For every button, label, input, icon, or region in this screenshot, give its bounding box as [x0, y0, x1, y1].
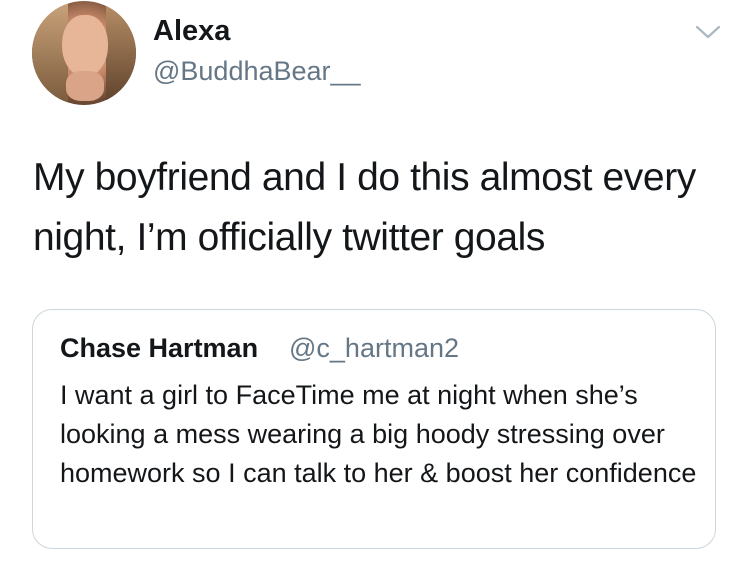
- quoted-author-handle: @c_hartman2: [289, 333, 459, 363]
- avatar[interactable]: [32, 1, 136, 105]
- avatar-face: [62, 15, 108, 77]
- quoted-tweet[interactable]: Chase Hartman @c_hartman2 I want a girl …: [32, 309, 716, 549]
- quoted-tweet-text: I want a girl to FaceTime me at night wh…: [60, 380, 697, 488]
- chevron-down-icon[interactable]: [694, 22, 722, 42]
- avatar-hand: [66, 71, 104, 101]
- avatar-hair-right: [106, 1, 136, 105]
- author-handle[interactable]: @BuddhaBear__: [153, 55, 361, 87]
- author-name[interactable]: Alexa: [153, 14, 230, 48]
- quoted-author-name: Chase Hartman: [60, 333, 259, 363]
- tweet-text: My boyfriend and I do this almost every …: [33, 156, 696, 259]
